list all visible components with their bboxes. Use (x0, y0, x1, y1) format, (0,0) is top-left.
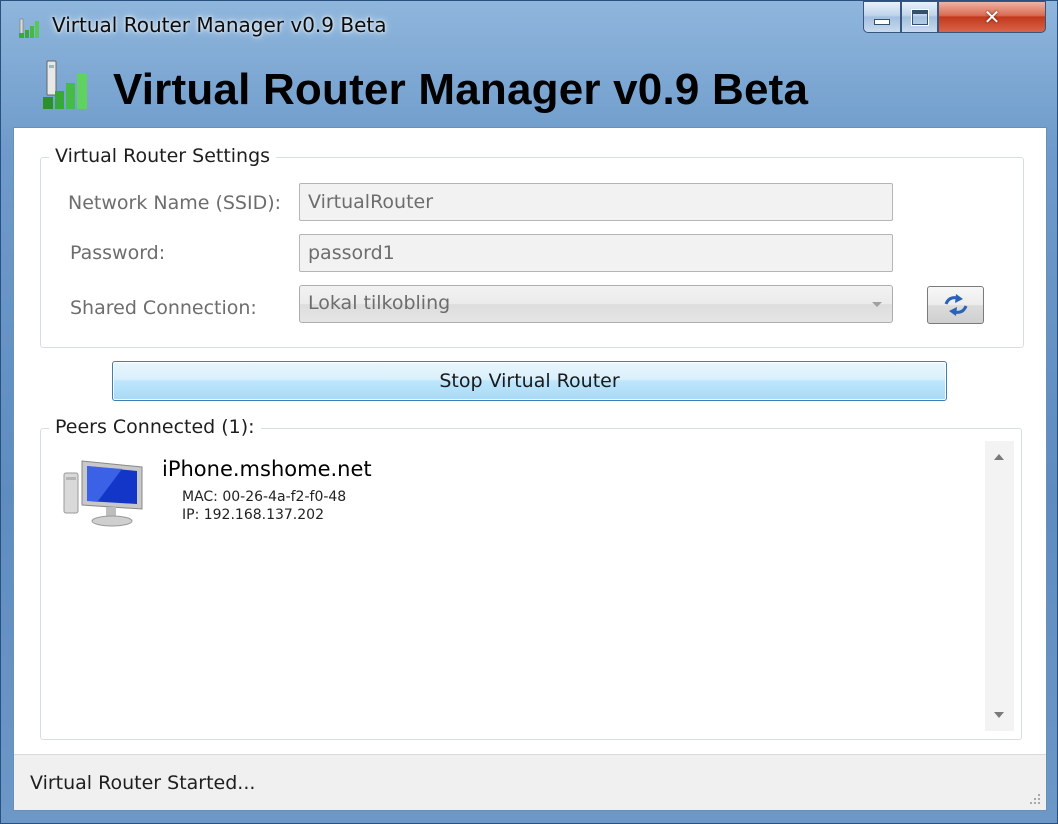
computer-icon (63, 460, 143, 527)
chevron-down-icon (872, 302, 882, 307)
ssid-field[interactable]: VirtualRouter (299, 183, 893, 221)
refresh-icon (944, 294, 967, 316)
vertical-scrollbar[interactable] (985, 441, 1014, 731)
stop-virtual-router-button[interactable]: Stop Virtual Router (112, 361, 947, 401)
peer-mac: MAC: 00-26-4a-f2-f0-48 (182, 489, 347, 505)
app-banner: Virtual Router Manager v0.9 Beta (1, 51, 1058, 129)
client-area: Virtual Router Settings Network Name (SS… (13, 127, 1047, 811)
settings-group: Virtual Router Settings Network Name (SS… (40, 145, 1024, 348)
status-text: Virtual Router Started... (30, 772, 256, 794)
password-field[interactable]: passord1 (299, 234, 893, 272)
settings-legend: Virtual Router Settings (49, 145, 277, 167)
banner-title: Virtual Router Manager v0.9 Beta (113, 65, 809, 114)
ssid-label: Network Name (SSID): (68, 192, 282, 214)
peer-ip: IP: 192.168.137.202 (182, 507, 324, 523)
scroll-up-icon[interactable] (994, 454, 1004, 460)
window-title: Virtual Router Manager v0.9 Beta (52, 13, 387, 37)
scroll-down-icon[interactable] (994, 712, 1004, 718)
signal-bars-icon (19, 18, 39, 38)
caption-buttons: ✕ (863, 1, 1046, 36)
title-bar[interactable]: Virtual Router Manager v0.9 Beta ✕ (1, 1, 1058, 51)
password-label: Password: (70, 242, 166, 264)
shared-connection-select[interactable]: Lokal tilkobling (299, 285, 893, 323)
app-window: Virtual Router Manager v0.9 Beta ✕ Virtu… (0, 0, 1058, 824)
maximize-button[interactable] (901, 1, 938, 33)
peer-list: iPhone.mshome.net MAC: 00-26-4a-f2-f0-48… (42, 437, 982, 737)
minimize-button[interactable] (863, 1, 901, 33)
close-button[interactable]: ✕ (938, 1, 1046, 33)
minimize-icon (874, 19, 890, 25)
resize-grip-icon[interactable] (1026, 790, 1042, 806)
maximize-icon (910, 8, 929, 26)
refresh-connections-button[interactable] (927, 286, 984, 324)
shared-connection-value: Lokal tilkobling (308, 292, 451, 314)
close-icon: ✕ (983, 5, 1001, 29)
peers-legend: Peers Connected (1): (49, 416, 261, 438)
shared-connection-label: Shared Connection: (70, 297, 257, 319)
peers-group: Peers Connected (1): iPhone.mshome.net M… (40, 416, 1022, 740)
peer-name: iPhone.mshome.net (162, 457, 372, 481)
router-signal-icon (43, 60, 87, 109)
status-bar: Virtual Router Started... (14, 754, 1046, 810)
